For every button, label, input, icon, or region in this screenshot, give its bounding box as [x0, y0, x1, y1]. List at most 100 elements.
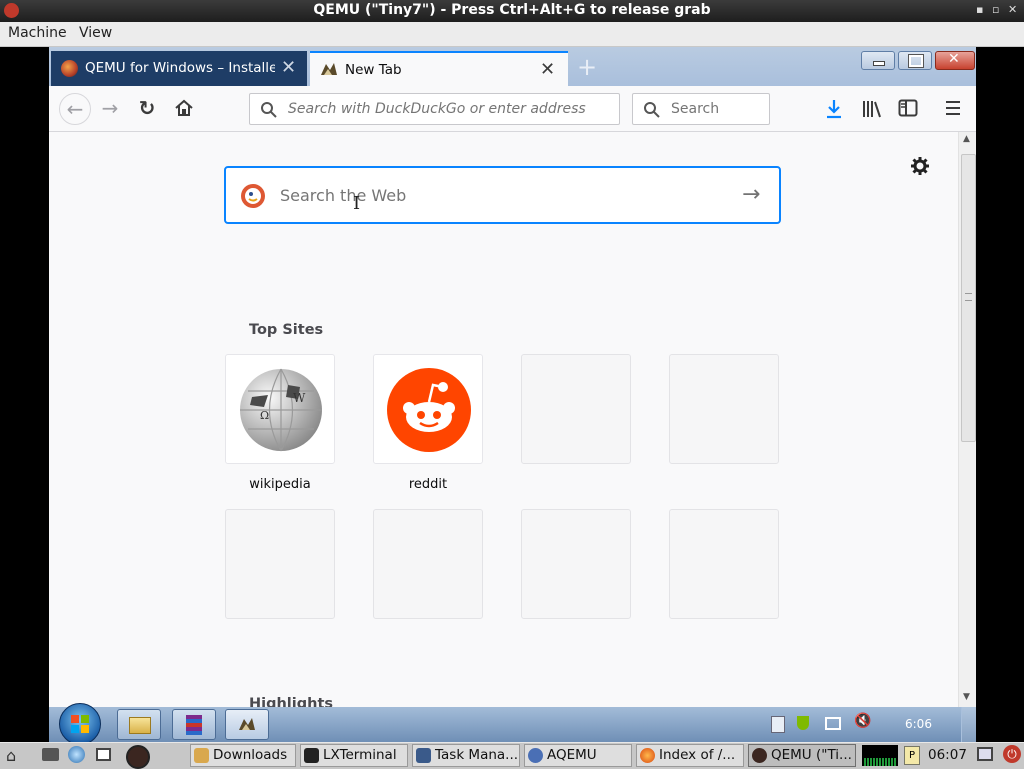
- navigation-toolbar: ← → ↻: [49, 86, 976, 132]
- scrollbar-thumb[interactable]: [961, 154, 976, 442]
- search-icon: [644, 102, 660, 118]
- search-icon: [261, 102, 277, 118]
- top-site-tile-empty[interactable]: [521, 354, 631, 464]
- top-site-tile-empty[interactable]: [225, 509, 335, 619]
- minimize-icon[interactable]: ▪: [976, 3, 983, 16]
- taskbar-explorer-button[interactable]: [117, 709, 161, 740]
- top-site-label: reddit: [408, 477, 448, 492]
- close-window-button[interactable]: ✕: [935, 51, 975, 70]
- gear-icon[interactable]: [910, 156, 930, 176]
- host-task-index-of[interactable]: Index of /...: [636, 744, 744, 767]
- start-orb-button[interactable]: [59, 703, 101, 742]
- forward-button[interactable]: →: [98, 96, 122, 120]
- tab-close-icon[interactable]: ✕: [281, 57, 296, 78]
- scroll-up-arrow-icon[interactable]: ▲: [963, 134, 970, 144]
- cpu-monitor-graph: [862, 745, 898, 766]
- tray-action-center-icon[interactable]: [771, 716, 785, 733]
- aqemu-icon: [528, 748, 543, 763]
- close-icon[interactable]: ✕: [1008, 3, 1017, 16]
- sidebar-icon[interactable]: [898, 99, 918, 117]
- windows-explorer-icon: [129, 717, 151, 734]
- downloads-icon[interactable]: [825, 99, 843, 119]
- power-icon[interactable]: ⏻: [1003, 745, 1021, 763]
- guest-clock[interactable]: 6:06: [905, 717, 932, 731]
- tab-close-icon[interactable]: ✕: [540, 59, 555, 80]
- tray-volume-muted-icon[interactable]: 🔇: [854, 713, 871, 729]
- url-input[interactable]: [286, 100, 590, 118]
- host-menubar: Machine View: [0, 22, 1024, 47]
- terminal-icon: [304, 748, 319, 763]
- qemu-icon: [752, 748, 767, 763]
- web-search-box[interactable]: → I: [224, 166, 781, 224]
- firefox-icon: [640, 748, 655, 763]
- search-go-arrow-icon[interactable]: →: [742, 182, 760, 207]
- winrar-icon: [186, 715, 202, 735]
- menu-icon[interactable]: [945, 100, 961, 116]
- tray-network-icon[interactable]: [825, 717, 841, 730]
- host-task-task-manager[interactable]: Task Mana...: [412, 744, 520, 767]
- reload-button[interactable]: ↻: [135, 96, 159, 120]
- restore-window-button[interactable]: [898, 51, 932, 70]
- browser-launcher-icon[interactable]: [68, 746, 85, 763]
- top-site-tile-empty[interactable]: [669, 509, 779, 619]
- host-black-margin-left: [0, 47, 49, 742]
- top-sites-heading: Top Sites: [249, 322, 324, 338]
- taskbar-firefox-button[interactable]: [225, 709, 269, 740]
- tab-new-tab[interactable]: New Tab ✕: [310, 51, 568, 86]
- task-manager-icon: [416, 748, 431, 763]
- reddit-alien-icon: [387, 368, 471, 452]
- host-menu-icon[interactable]: ⌂: [6, 746, 16, 765]
- top-site-label: wikipedia: [249, 477, 311, 492]
- scroll-down-arrow-icon[interactable]: ▼: [963, 692, 970, 702]
- host-window-titlebar: QEMU ("Tiny7") - Press Ctrl+Alt+G to rel…: [0, 0, 1024, 22]
- search-bar[interactable]: [632, 93, 770, 125]
- tab-strip: QEMU for Windows – Installers ✕ New Tab …: [49, 47, 976, 86]
- host-taskbar: ⌂ Downloads LXTerminal Task Mana... AQEM…: [0, 742, 1024, 769]
- minimize-window-button[interactable]: [861, 51, 895, 70]
- lock-screen-icon[interactable]: [977, 747, 993, 761]
- web-search-input[interactable]: [278, 185, 722, 206]
- tab-label: QEMU for Windows – Installers: [85, 60, 275, 76]
- host-task-qemu[interactable]: QEMU ("Ti...: [748, 744, 856, 767]
- file-manager-icon[interactable]: [42, 748, 59, 761]
- show-desktop-button[interactable]: [961, 707, 976, 742]
- new-tab-page: → I Top Sites W Ω wikipedia: [49, 132, 958, 742]
- desktop-switch-icon[interactable]: [96, 748, 111, 761]
- qemu-launcher-icon[interactable]: [126, 745, 150, 769]
- vertical-scrollbar[interactable]: ▲ ▼: [958, 132, 976, 707]
- svg-text:Ω: Ω: [260, 409, 269, 422]
- menu-view[interactable]: View: [79, 25, 112, 41]
- url-bar[interactable]: [249, 93, 620, 125]
- restore-icon[interactable]: ▫: [992, 3, 999, 16]
- new-tab-button[interactable]: +: [577, 53, 597, 81]
- close-icon: ✕: [948, 51, 960, 67]
- folder-icon: [194, 748, 209, 763]
- back-button[interactable]: ←: [59, 93, 91, 125]
- host-clock[interactable]: 06:07: [928, 747, 967, 763]
- host-task-downloads[interactable]: Downloads: [190, 744, 296, 767]
- host-task-aqemu[interactable]: AQEMU: [524, 744, 632, 767]
- library-icon[interactable]: [861, 99, 883, 119]
- taskbar-winrar-button[interactable]: [172, 709, 216, 740]
- top-site-tile-empty[interactable]: [669, 354, 779, 464]
- clipboard-icon[interactable]: P: [904, 746, 920, 765]
- top-site-tile-reddit[interactable]: [373, 354, 483, 464]
- top-site-tile-empty[interactable]: [373, 509, 483, 619]
- host-black-margin-right: [976, 47, 1024, 742]
- wikipedia-globe-icon: W Ω: [240, 368, 322, 452]
- search-input[interactable]: [669, 100, 763, 118]
- top-site-tile-wikipedia[interactable]: W Ω: [225, 354, 335, 464]
- windows-logo-icon: [71, 715, 89, 733]
- menu-machine[interactable]: Machine: [8, 25, 67, 41]
- text-cursor-icon: I: [353, 193, 361, 214]
- duckduckgo-icon: [241, 184, 265, 208]
- tab-label: New Tab: [345, 62, 402, 78]
- host-task-lxterminal[interactable]: LXTerminal: [300, 744, 408, 767]
- qemu-logo-icon: [61, 60, 78, 77]
- guest-taskbar: 🔇 6:06: [49, 703, 976, 742]
- tab-qemu-installers[interactable]: QEMU for Windows – Installers ✕: [51, 51, 307, 86]
- home-icon[interactable]: [174, 99, 194, 117]
- guest-screen: QEMU for Windows – Installers ✕ New Tab …: [49, 47, 976, 742]
- tray-shield-icon[interactable]: [797, 716, 809, 730]
- top-site-tile-empty[interactable]: [521, 509, 631, 619]
